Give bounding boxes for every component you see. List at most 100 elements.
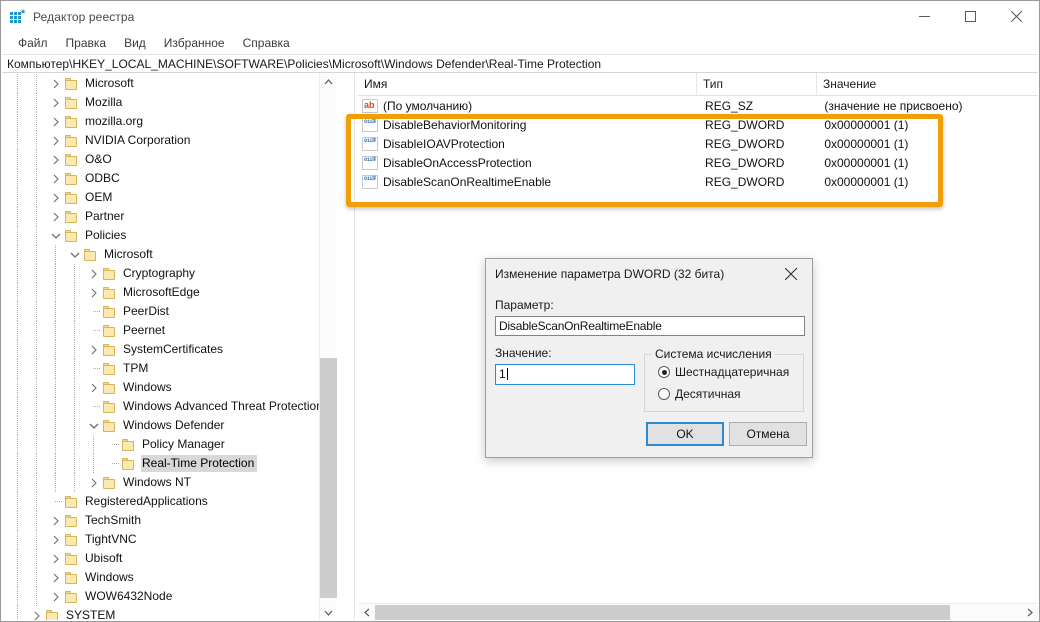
folder-icon — [64, 77, 80, 91]
chevron-down-icon[interactable] — [86, 416, 102, 435]
tree-item[interactable]: Policies — [2, 226, 336, 245]
dword-value-icon — [362, 118, 378, 132]
chevron-down-icon[interactable] — [48, 226, 64, 245]
menu-item-3[interactable]: Избранное — [155, 34, 234, 52]
tree-item[interactable]: TechSmith — [2, 511, 336, 530]
value-name: DisableOnAccessProtection — [383, 156, 699, 170]
window-controls — [901, 1, 1039, 32]
chevron-right-icon[interactable] — [48, 568, 64, 587]
registry-value-row[interactable]: DisableOnAccessProtectionREG_DWORD0x0000… — [358, 153, 1038, 172]
tree-item[interactable]: SystemCertificates — [2, 340, 336, 359]
folder-icon — [64, 172, 80, 186]
radio-decimal[interactable]: Десятичная — [658, 387, 741, 401]
menu-item-0[interactable]: Файл — [9, 34, 57, 52]
close-icon[interactable] — [993, 1, 1039, 32]
scroll-left-icon[interactable] — [358, 604, 375, 621]
parameter-name-input[interactable]: DisableScanOnRealtimeEnable — [495, 316, 805, 336]
tree-item[interactable]: Policy Manager — [2, 435, 336, 454]
tree-item[interactable]: Peernet — [2, 321, 336, 340]
minimize-icon[interactable] — [901, 1, 947, 32]
scroll-up-icon[interactable] — [320, 73, 337, 90]
tree-item[interactable]: Windows NT — [2, 473, 336, 492]
column-header-type[interactable]: Тип — [697, 73, 817, 96]
value-type: REG_DWORD — [699, 156, 818, 170]
chevron-right-icon[interactable] — [48, 549, 64, 568]
tree-item[interactable]: OEM — [2, 188, 336, 207]
ok-button[interactable]: OK — [646, 422, 724, 446]
tree-item[interactable]: Ubisoft — [2, 549, 336, 568]
registry-value-row[interactable]: DisableBehaviorMonitoringREG_DWORD0x0000… — [358, 115, 1038, 134]
value-data: (значение не присвоено) — [818, 99, 1038, 113]
tree-item[interactable]: Mozilla — [2, 93, 336, 112]
chevron-right-icon[interactable] — [48, 530, 64, 549]
chevron-right-icon[interactable] — [48, 74, 64, 93]
scroll-right-icon[interactable] — [1021, 604, 1038, 621]
chevron-right-icon[interactable] — [86, 378, 102, 397]
tree-item[interactable]: TightVNC — [2, 530, 336, 549]
tree-item[interactable]: MicrosoftEdge — [2, 283, 336, 302]
address-bar[interactable]: Компьютер\HKEY_LOCAL_MACHINE\SOFTWARE\Po… — [2, 54, 1038, 73]
dialog-title-bar: Изменение параметра DWORD (32 бита) — [486, 259, 812, 289]
registry-value-row[interactable]: DisableIOAVProtectionREG_DWORD0x00000001… — [358, 134, 1038, 153]
chevron-right-icon[interactable] — [48, 587, 64, 606]
dialog-close-icon[interactable] — [770, 259, 812, 289]
column-header-name[interactable]: Имя — [358, 73, 697, 96]
tree-item[interactable]: Windows — [2, 378, 336, 397]
tree-item[interactable]: ODBC — [2, 169, 336, 188]
tree-item[interactable]: Windows Defender — [2, 416, 336, 435]
folder-icon — [102, 267, 118, 281]
tree-scrollbar-thumb[interactable] — [320, 358, 337, 598]
column-header-value[interactable]: Значение — [817, 73, 1038, 96]
registry-tree[interactable]: MicrosoftMozillamozilla.orgNVIDIA Corpor… — [2, 73, 336, 621]
tree-item[interactable]: Cryptography — [2, 264, 336, 283]
chevron-right-icon[interactable] — [48, 207, 64, 226]
value-input[interactable]: 1 — [495, 364, 635, 385]
tree-item[interactable]: Microsoft — [2, 74, 336, 93]
tree-item[interactable]: Windows Advanced Threat Protection — [2, 397, 336, 416]
chevron-right-icon[interactable] — [86, 283, 102, 302]
chevron-right-icon[interactable] — [48, 511, 64, 530]
tree-item[interactable]: Windows — [2, 568, 336, 587]
tree-item-label: Cryptography — [122, 265, 198, 282]
menu-item-4[interactable]: Справка — [234, 34, 299, 52]
menu-item-2[interactable]: Вид — [115, 34, 155, 52]
chevron-right-icon[interactable] — [48, 112, 64, 131]
tree-item[interactable]: Microsoft — [2, 245, 336, 264]
folder-icon — [102, 343, 118, 357]
registry-value-row[interactable]: (По умолчанию)REG_SZ(значение не присвое… — [358, 96, 1038, 115]
text-caret — [507, 368, 508, 380]
tree-item-label: Policies — [84, 227, 129, 244]
tree-item[interactable]: O&O — [2, 150, 336, 169]
scroll-down-icon[interactable] — [320, 604, 337, 621]
chevron-right-icon[interactable] — [48, 150, 64, 169]
tree-item[interactable]: NVIDIA Corporation — [2, 131, 336, 150]
registry-value-row[interactable]: DisableScanOnRealtimeEnableREG_DWORD0x00… — [358, 172, 1038, 191]
tree-item[interactable]: WOW6432Node — [2, 587, 336, 606]
chevron-right-icon[interactable] — [48, 188, 64, 207]
tree-item[interactable]: Real-Time Protection — [2, 454, 336, 473]
tree-item[interactable]: SYSTEM — [2, 606, 336, 621]
list-horizontal-scrollbar[interactable] — [358, 603, 1038, 621]
chevron-right-icon[interactable] — [86, 473, 102, 492]
list-scrollbar-thumb[interactable] — [375, 605, 950, 620]
tree-item[interactable]: TPM — [2, 359, 336, 378]
tree-item[interactable]: mozilla.org — [2, 112, 336, 131]
tree-item[interactable]: PeerDist — [2, 302, 336, 321]
chevron-right-icon[interactable] — [86, 264, 102, 283]
chevron-right-icon[interactable] — [48, 169, 64, 188]
chevron-right-icon[interactable] — [86, 340, 102, 359]
chevron-right-icon[interactable] — [48, 93, 64, 112]
maximize-icon[interactable] — [947, 1, 993, 32]
folder-icon — [102, 324, 118, 338]
tree-item[interactable]: RegisteredApplications — [2, 492, 336, 511]
dialog-title: Изменение параметра DWORD (32 бита) — [495, 267, 724, 281]
tree-vertical-scrollbar[interactable] — [319, 73, 336, 621]
menu-bar: ФайлПравкаВидИзбранноеСправка — [1, 32, 1039, 54]
tree-item[interactable]: Partner — [2, 207, 336, 226]
menu-item-1[interactable]: Правка — [57, 34, 116, 52]
chevron-right-icon[interactable] — [48, 131, 64, 150]
radio-hexadecimal[interactable]: Шестнадцатеричная — [658, 365, 789, 379]
chevron-down-icon[interactable] — [67, 245, 83, 264]
chevron-right-icon[interactable] — [29, 606, 45, 621]
cancel-button[interactable]: Отмена — [729, 422, 807, 446]
